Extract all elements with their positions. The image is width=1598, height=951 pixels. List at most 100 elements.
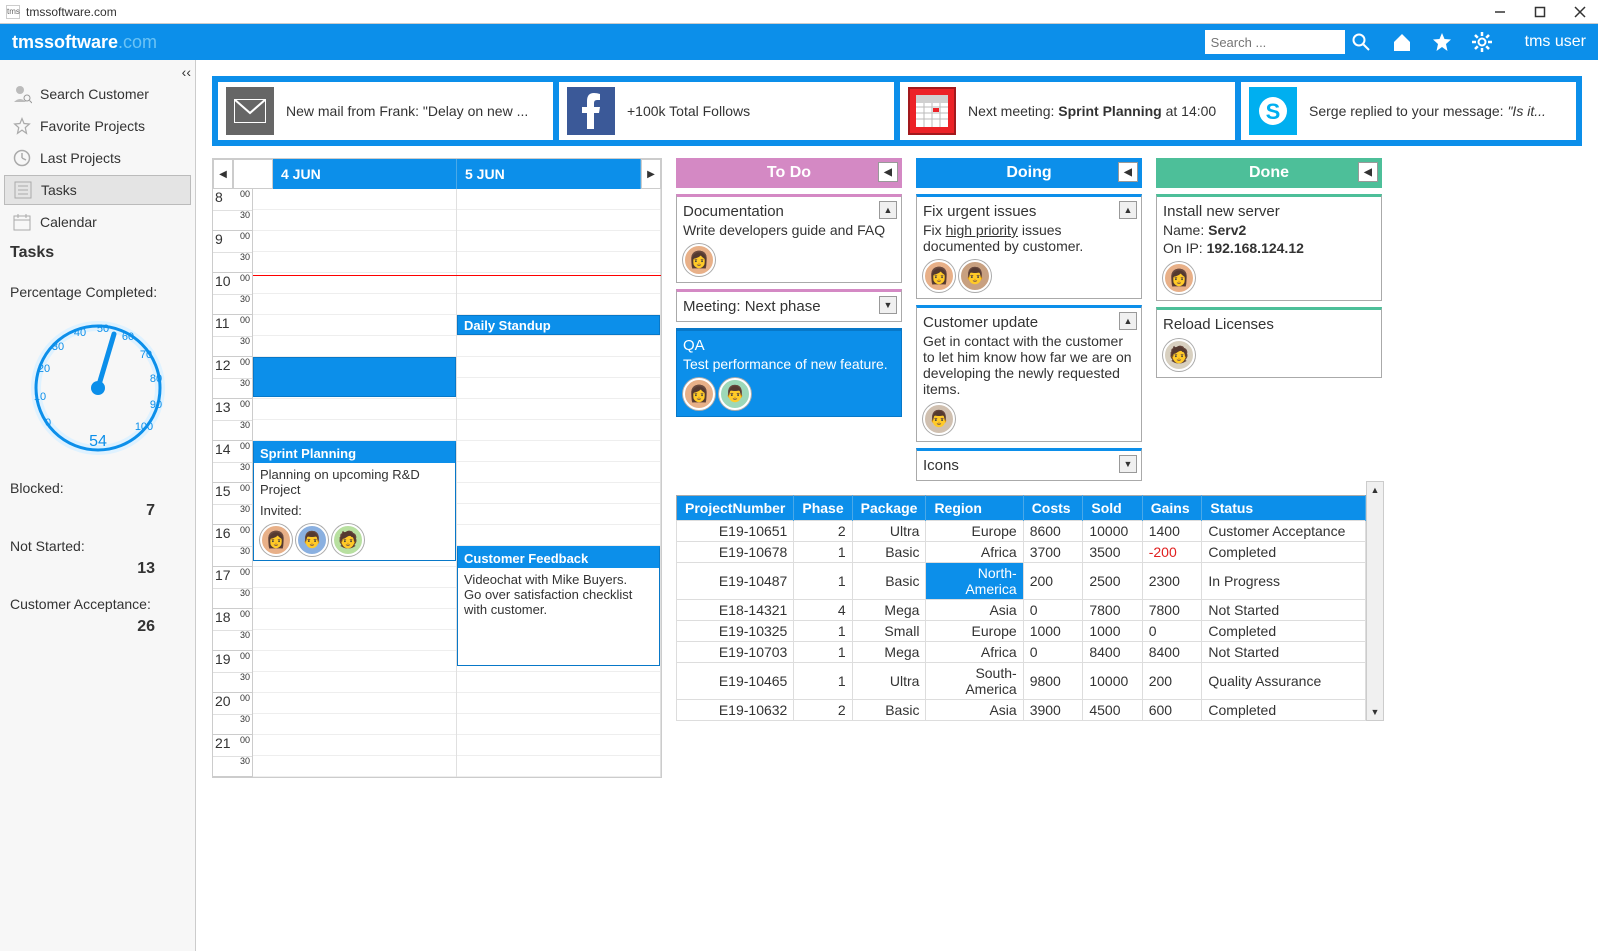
table-row[interactable]: E19-106781BasicAfrica37003500-200Complet… bbox=[677, 542, 1366, 563]
table-cell[interactable]: 3700 bbox=[1023, 542, 1083, 563]
table-row[interactable]: E18-143214MegaAsia078007800Not Started bbox=[677, 600, 1366, 621]
table-cell[interactable]: 200 bbox=[1142, 663, 1202, 700]
column-collapse-button[interactable]: ◀ bbox=[878, 162, 898, 182]
table-cell[interactable]: 0 bbox=[1023, 642, 1083, 663]
table-cell[interactable]: 1 bbox=[794, 642, 852, 663]
home-icon[interactable] bbox=[1389, 29, 1415, 55]
table-cell[interactable]: E19-10632 bbox=[677, 700, 794, 721]
table-header[interactable]: ProjectNumber bbox=[677, 496, 794, 521]
table-cell[interactable]: 10000 bbox=[1083, 521, 1142, 542]
table-cell[interactable]: E19-10465 bbox=[677, 663, 794, 700]
table-header[interactable]: Costs bbox=[1023, 496, 1083, 521]
table-row[interactable]: E19-107031MegaAfrica084008400Not Started bbox=[677, 642, 1366, 663]
table-cell[interactable]: Asia bbox=[926, 600, 1023, 621]
table-header[interactable]: Phase bbox=[794, 496, 852, 521]
table-cell[interactable]: 9800 bbox=[1023, 663, 1083, 700]
minimize-button[interactable] bbox=[1492, 4, 1508, 20]
table-cell[interactable]: Basic bbox=[852, 700, 926, 721]
table-cell[interactable]: In Progress bbox=[1202, 563, 1366, 600]
table-header[interactable]: Package bbox=[852, 496, 926, 521]
table-cell[interactable]: 600 bbox=[1142, 700, 1202, 721]
table-row[interactable]: E19-104651UltraSouth-America980010000200… bbox=[677, 663, 1366, 700]
kanban-card[interactable]: ▲ Customer update Get in contact with th… bbox=[916, 305, 1142, 442]
table-cell[interactable]: E19-10325 bbox=[677, 621, 794, 642]
card-collapse-button[interactable]: ▲ bbox=[879, 201, 897, 219]
table-cell[interactable]: Completed bbox=[1202, 542, 1366, 563]
table-cell[interactable]: E18-14321 bbox=[677, 600, 794, 621]
kanban-card[interactable]: ▲ Fix urgent issues Fix high priority is… bbox=[916, 194, 1142, 299]
table-cell[interactable]: Quality Assurance bbox=[1202, 663, 1366, 700]
close-button[interactable] bbox=[1572, 4, 1588, 20]
calendar-next-button[interactable]: ▶ bbox=[641, 159, 661, 189]
table-cell[interactable]: 1 bbox=[794, 563, 852, 600]
calendar-prev-button[interactable]: ◀ bbox=[213, 159, 233, 189]
kanban-card[interactable]: ▼ Icons bbox=[916, 448, 1142, 481]
table-cell[interactable]: 7800 bbox=[1142, 600, 1202, 621]
kanban-card[interactable]: Reload Licenses 🧑 bbox=[1156, 307, 1382, 378]
table-row[interactable]: E19-106512UltraEurope8600100001400Custom… bbox=[677, 521, 1366, 542]
table-cell[interactable]: 1 bbox=[794, 663, 852, 700]
search-icon[interactable] bbox=[1347, 28, 1375, 56]
scroll-up-button[interactable]: ▲ bbox=[1367, 482, 1383, 498]
table-cell[interactable]: E19-10487 bbox=[677, 563, 794, 600]
table-cell[interactable]: Africa bbox=[926, 542, 1023, 563]
sidebar-item-tasks[interactable]: Tasks bbox=[4, 175, 191, 205]
sidebar-item-last-projects[interactable]: Last Projects bbox=[4, 143, 191, 173]
sidebar-item-search-customer[interactable]: Search Customer bbox=[4, 79, 191, 109]
table-cell[interactable]: 2 bbox=[794, 521, 852, 542]
card-collapse-button[interactable]: ▲ bbox=[1119, 312, 1137, 330]
table-header[interactable]: Region bbox=[926, 496, 1023, 521]
table-cell[interactable]: 1400 bbox=[1142, 521, 1202, 542]
table-cell[interactable]: Mega bbox=[852, 600, 926, 621]
table-cell[interactable]: 8400 bbox=[1083, 642, 1142, 663]
table-cell[interactable]: Basic bbox=[852, 563, 926, 600]
sidebar-collapse-button[interactable]: ‹‹ bbox=[182, 64, 191, 80]
scroll-down-button[interactable]: ▼ bbox=[1367, 704, 1383, 720]
sidebar-item-calendar[interactable]: Calendar bbox=[4, 207, 191, 237]
table-cell[interactable]: Customer Acceptance bbox=[1202, 521, 1366, 542]
calendar-event-feedback[interactable]: Customer Feedback Videochat with Mike Bu… bbox=[457, 546, 660, 666]
table-cell[interactable]: 4500 bbox=[1083, 700, 1142, 721]
table-cell[interactable]: Not Started bbox=[1202, 642, 1366, 663]
table-cell[interactable]: 3900 bbox=[1023, 700, 1083, 721]
card-collapse-button[interactable]: ▼ bbox=[879, 296, 897, 314]
user-label[interactable]: tms user bbox=[1525, 33, 1586, 51]
table-cell[interactable]: Ultra bbox=[852, 663, 926, 700]
table-cell[interactable]: Basic bbox=[852, 542, 926, 563]
table-cell[interactable]: 1 bbox=[794, 542, 852, 563]
table-cell[interactable]: 2500 bbox=[1083, 563, 1142, 600]
table-row[interactable]: E19-106322BasicAsia39004500600Completed bbox=[677, 700, 1366, 721]
calendar-day-column[interactable]: Sprint Planning Planning on upcoming R&D… bbox=[253, 189, 457, 777]
maximize-button[interactable] bbox=[1532, 4, 1548, 20]
project-table[interactable]: ProjectNumberPhasePackageRegionCostsSold… bbox=[676, 495, 1366, 721]
sidebar-item-favorite-projects[interactable]: Favorite Projects bbox=[4, 111, 191, 141]
card-collapse-button[interactable]: ▼ bbox=[1119, 455, 1137, 473]
table-cell[interactable]: Africa bbox=[926, 642, 1023, 663]
table-cell[interactable]: 8400 bbox=[1142, 642, 1202, 663]
kanban-card[interactable]: ▲ Documentation Write developers guide a… bbox=[676, 194, 902, 283]
table-cell[interactable]: 1000 bbox=[1083, 621, 1142, 642]
search-input[interactable] bbox=[1205, 30, 1345, 54]
calendar-event-block[interactable] bbox=[253, 357, 456, 397]
card-collapse-button[interactable]: ▲ bbox=[1119, 201, 1137, 219]
infocard-mail[interactable]: New mail from Frank: "Delay on new ... bbox=[218, 82, 553, 140]
table-cell[interactable]: North-America bbox=[926, 563, 1023, 600]
table-cell[interactable]: 1 bbox=[794, 621, 852, 642]
table-cell[interactable]: Completed bbox=[1202, 621, 1366, 642]
table-cell[interactable]: -200 bbox=[1142, 542, 1202, 563]
table-scrollbar[interactable]: ▲ ▼ bbox=[1366, 481, 1384, 721]
infocard-meeting[interactable]: Next meeting: Sprint Planning at 14:00 bbox=[900, 82, 1235, 140]
table-cell[interactable]: 8600 bbox=[1023, 521, 1083, 542]
table-cell[interactable]: Asia bbox=[926, 700, 1023, 721]
column-collapse-button[interactable]: ◀ bbox=[1358, 162, 1378, 182]
table-cell[interactable]: Ultra bbox=[852, 521, 926, 542]
table-cell[interactable]: South-America bbox=[926, 663, 1023, 700]
table-cell[interactable]: 0 bbox=[1023, 600, 1083, 621]
kanban-card-selected[interactable]: QA Test performance of new feature. 👩 👨 bbox=[676, 328, 902, 417]
gear-icon[interactable] bbox=[1469, 29, 1495, 55]
table-cell[interactable]: Not Started bbox=[1202, 600, 1366, 621]
table-header[interactable]: Status bbox=[1202, 496, 1366, 521]
table-cell[interactable]: Mega bbox=[852, 642, 926, 663]
star-icon[interactable] bbox=[1429, 29, 1455, 55]
calendar-event-sprint[interactable]: Sprint Planning Planning on upcoming R&D… bbox=[253, 441, 456, 561]
